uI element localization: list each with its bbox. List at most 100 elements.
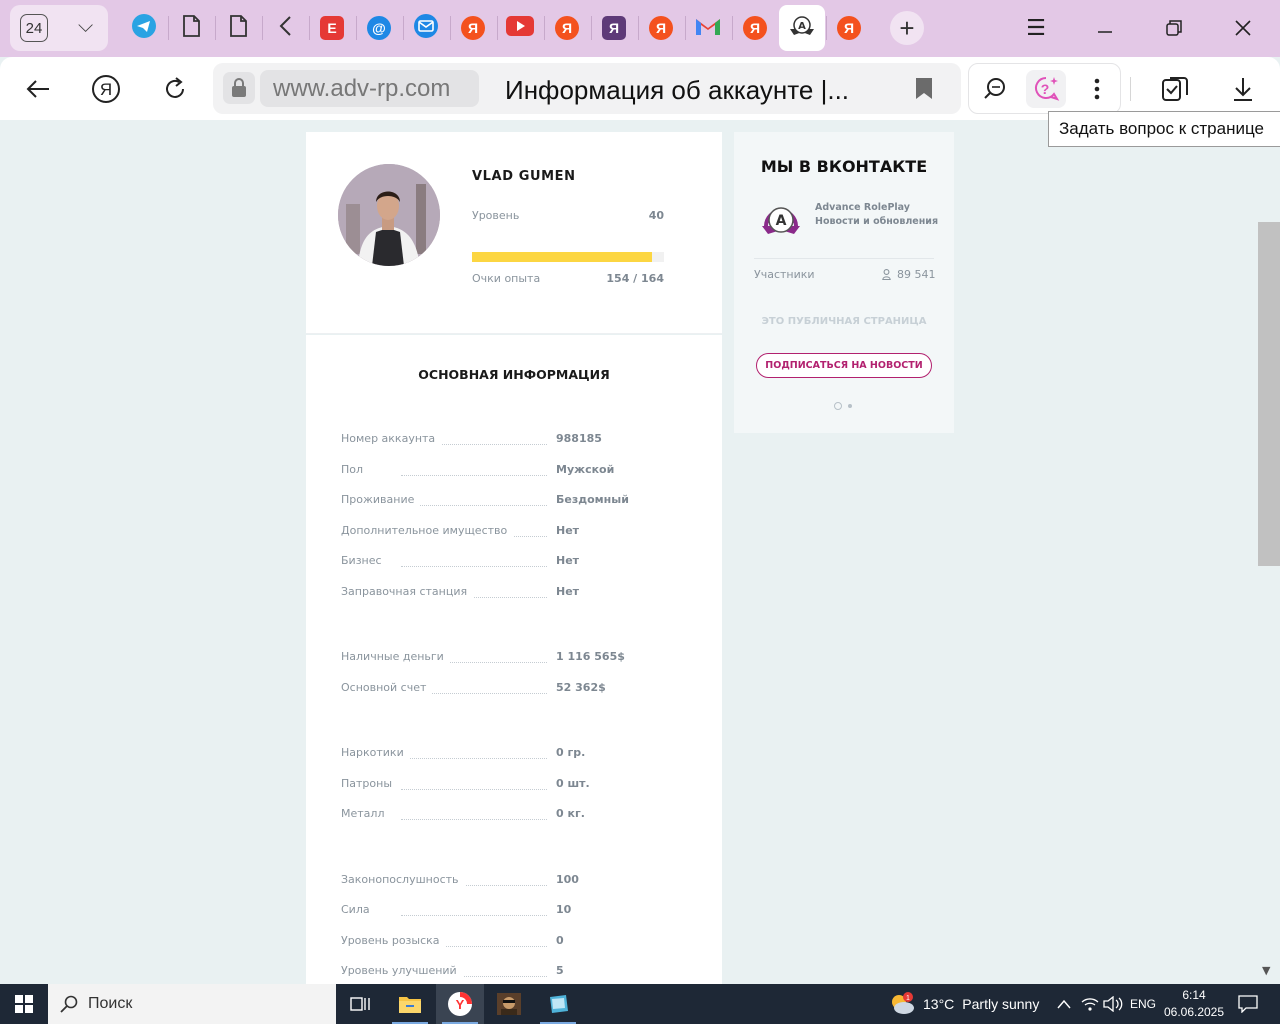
browser-tab-3[interactable] (215, 5, 261, 51)
start-button[interactable] (0, 984, 48, 1024)
arrow-left-icon (26, 80, 49, 98)
reload-icon (166, 77, 184, 98)
downloads-button[interactable] (1225, 71, 1261, 107)
vk-group-name[interactable]: Advance RolePlay (815, 202, 910, 213)
browser-tab-2[interactable] (168, 5, 214, 51)
file-explorer-button[interactable] (386, 984, 434, 1024)
info-row-key: Уровень улучшений (341, 964, 463, 977)
url-text[interactable]: www.adv-rp.com (260, 70, 479, 107)
bookmark-icon[interactable] (915, 77, 933, 100)
address-bar[interactable]: www.adv-rp.com Информация об аккаунте |.… (213, 63, 961, 114)
weather-widget[interactable]: 1 13°C Partly sunny (889, 984, 1039, 1024)
info-row: Сила 10 (341, 903, 691, 923)
yandex-icon: Я (837, 16, 861, 40)
game-taskbar-button[interactable] (485, 984, 533, 1024)
info-row-value: 988185 (556, 432, 602, 445)
yandex-browser-taskbar-button[interactable]: Y (436, 984, 484, 1024)
weather-temp: 13°C (923, 996, 955, 1012)
weather-partly-sunny-icon: 1 (892, 992, 914, 1014)
chevron-down-icon: ⌵ (78, 13, 94, 37)
vk-widget: МЫ В ВКОНТАКТЕ A Advance RolePlay Новост… (734, 132, 954, 433)
language-indicator[interactable]: ENG (1130, 984, 1156, 1024)
advance-rp-logo-icon[interactable]: A (758, 200, 804, 240)
info-row-value: Нет (556, 523, 580, 537)
notepad-taskbar-button[interactable] (534, 984, 582, 1024)
carousel-dot-active[interactable] (834, 402, 842, 410)
reload-button[interactable] (157, 71, 193, 107)
info-row-value: Бездомный (556, 493, 629, 506)
info-row: Дополнительное имущество Нет (341, 523, 691, 544)
volume-button[interactable] (1103, 984, 1123, 1024)
document-icon (182, 15, 200, 41)
browser-tab-6[interactable]: @ (356, 5, 402, 51)
taskbar-search-placeholder: Поиск (88, 995, 133, 1012)
browser-tab-4[interactable] (262, 5, 308, 51)
browser-tab-7[interactable] (403, 5, 449, 51)
browser-tab-13[interactable] (685, 5, 731, 51)
main-info-card: ОСНОВНАЯ ИНФОРМАЦИЯ Номер аккаунта 988185… (306, 335, 722, 995)
back-button[interactable] (20, 71, 56, 107)
minimize-button[interactable] (1090, 13, 1120, 43)
browser-tab-12[interactable]: Я (638, 5, 684, 51)
vk-subscribe-button[interactable]: ПОДПИСАТЬСЯ НА НОВОСТИ (756, 353, 932, 378)
speaker-icon (1103, 996, 1123, 1012)
task-view-button[interactable] (336, 984, 384, 1024)
tab-menu-icon[interactable]: ☰ (1021, 13, 1051, 43)
browser-tab-1[interactable] (121, 5, 167, 51)
more-vertical-icon (1094, 78, 1100, 100)
info-row-key: Заправочная станция (341, 584, 474, 598)
yandex-home-button[interactable]: Я (88, 71, 124, 107)
xp-label: Очки опыта (472, 272, 541, 285)
notifications-button[interactable] (1238, 984, 1258, 1024)
scrollbar-thumb[interactable] (1258, 222, 1280, 566)
browser-tab-16[interactable]: Я (826, 5, 872, 51)
main-info-title: ОСНОВНАЯ ИНФОРМАЦИЯ (418, 367, 610, 382)
scroll-down-icon[interactable]: ▼ (1262, 964, 1270, 977)
yandex-icon: Я (649, 16, 673, 40)
ask-page-button[interactable]: ? (1026, 70, 1066, 108)
svg-text:A: A (798, 21, 806, 32)
network-button[interactable] (1081, 984, 1099, 1024)
browser-tab-11[interactable]: Я (591, 5, 637, 51)
game-app-icon (497, 993, 521, 1015)
carousel-dot[interactable] (848, 404, 852, 408)
vk-group-subtitle: Новости и обновления (815, 216, 939, 227)
lock-icon[interactable] (223, 72, 255, 104)
new-tab-button[interactable]: + (890, 11, 924, 45)
info-row-leader (401, 819, 547, 820)
vk-title: МЫ В ВКОНТАКТЕ (760, 157, 928, 176)
tab-counter-button[interactable]: 24 ⌵ (10, 5, 108, 51)
taskbar-search[interactable]: Поиск (48, 984, 336, 1024)
browser-tab-9[interactable] (497, 5, 543, 51)
vk-members-count: 89 541 (882, 268, 936, 281)
browser-tab-8[interactable]: Я (450, 5, 496, 51)
browser-tab-10[interactable]: Я (544, 5, 590, 51)
info-row-value: 0 (556, 933, 564, 947)
search-icon (60, 995, 78, 1013)
more-menu-button[interactable] (1079, 71, 1115, 107)
vk-divider (754, 258, 934, 259)
omnibox-actions: ? (968, 63, 1121, 114)
at-sign-icon: @ (367, 16, 391, 40)
browser-tab-5[interactable]: E (309, 5, 355, 51)
page-search-button[interactable] (977, 71, 1013, 107)
restore-icon (1166, 20, 1182, 36)
info-row-leader (401, 788, 547, 790)
weather-text: Partly sunny (962, 996, 1040, 1012)
minimize-icon (1098, 31, 1112, 33)
browser-tab-15[interactable]: A (779, 5, 825, 51)
info-row-key: Патроны (341, 776, 399, 790)
page-title: Информация об аккаунте |... (505, 75, 850, 105)
e-letter-icon: E (320, 16, 344, 40)
tab-strip: 24 ⌵ E @ Я Я Я Я Я A Я + ☰ (0, 0, 1280, 57)
network-icon (1081, 998, 1099, 1011)
close-window-button[interactable] (1228, 13, 1258, 43)
browser-tab-14[interactable]: Я (732, 5, 778, 51)
restore-button[interactable] (1159, 13, 1189, 43)
clock-date: 06.06.2025 (1163, 1005, 1225, 1019)
info-row: Наркотики 0 гр. (341, 746, 691, 766)
collections-button[interactable] (1157, 71, 1193, 107)
notepad-icon (550, 995, 568, 1013)
taskbar-clock[interactable]: 6:14 06.06.2025 (1160, 987, 1228, 1021)
show-hidden-icons-button[interactable] (1056, 984, 1072, 1024)
